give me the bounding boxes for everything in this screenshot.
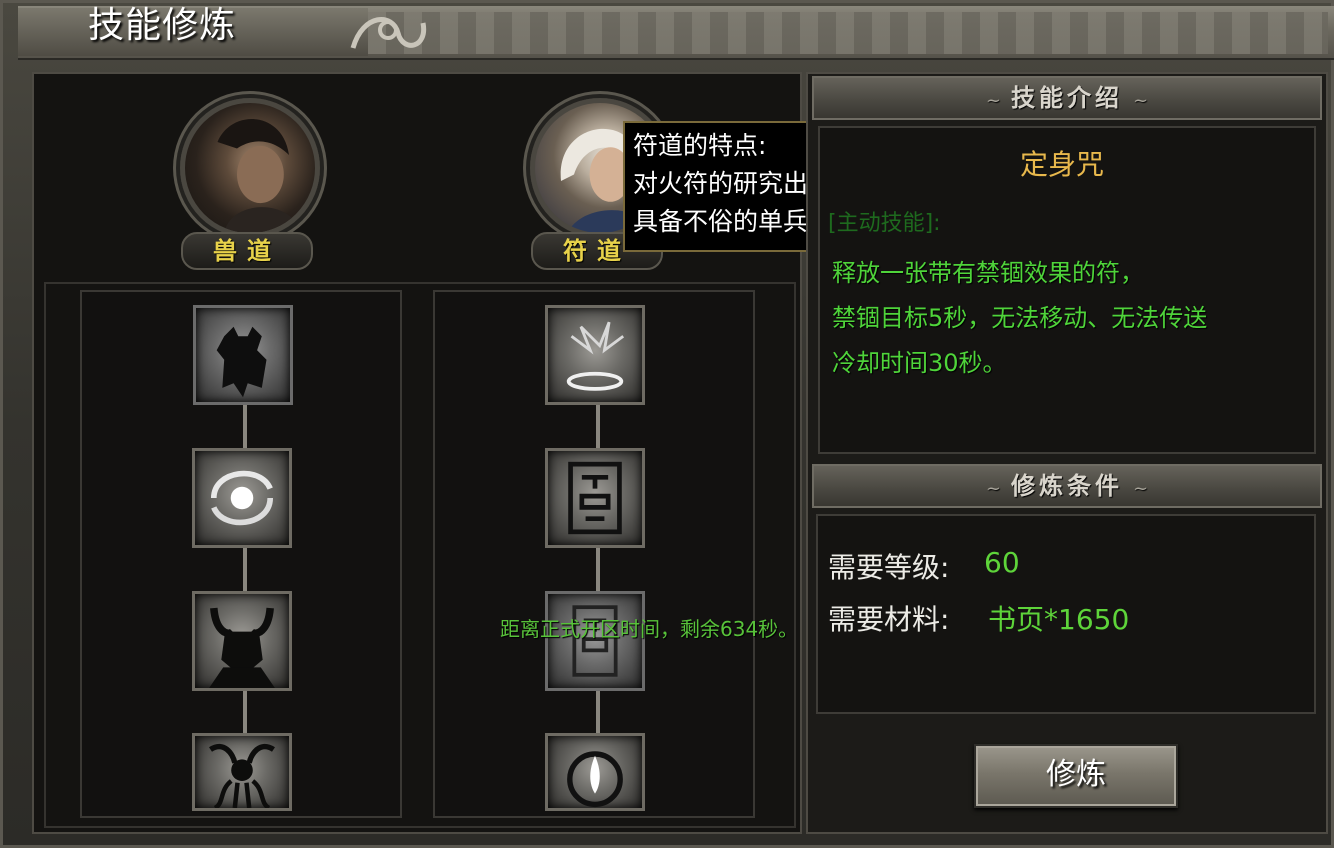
conditions-header: ~ 修炼条件 ~ [812, 464, 1322, 508]
level-value: 60 [984, 546, 1020, 579]
rune-circle-icon[interactable] [545, 305, 645, 405]
knot-ornament-icon [350, 17, 427, 49]
skill-description-line: 释放一张带有禁锢效果的符， [832, 259, 1144, 287]
server-countdown: 距离正式开区时间，剩余634秒。 [500, 617, 799, 641]
vortex-orb-icon[interactable] [192, 448, 292, 548]
tree-connector [596, 691, 600, 735]
intro-header-label: 技能介绍 [1011, 83, 1123, 112]
conditions-header-label: 修炼条件 [1011, 471, 1123, 500]
train-button[interactable]: 修炼 [974, 744, 1178, 808]
skill-description-line: 禁锢目标5秒，无法移动、无法传送 [832, 304, 1208, 332]
beast-warrior-icon[interactable] [193, 305, 293, 405]
horned-helm-icon[interactable] [192, 591, 292, 691]
skill-type-label: [主动技能]: [828, 211, 941, 236]
talisman-seal-icon[interactable] [545, 448, 645, 548]
tree-connector [596, 548, 600, 592]
material-value: 书页*1650 [988, 603, 1130, 636]
skill-name: 定身咒 [1020, 148, 1105, 181]
tree-connector [243, 405, 247, 449]
soul-flame-icon[interactable] [545, 733, 645, 811]
intro-header: ~ 技能介绍 ~ [812, 76, 1322, 120]
level-label: 需要等级: [828, 551, 950, 584]
material-label: 需要材料: [828, 603, 950, 636]
warrior-portrait-icon[interactable] [180, 98, 320, 238]
skill-description-line: 冷却时间30秒。 [832, 349, 1007, 377]
window-title: 技能修炼 [88, 5, 237, 46]
path-tab-beast[interactable]: 兽道 [181, 232, 313, 270]
tree-connector [243, 691, 247, 735]
title-ornament [368, 12, 1328, 54]
tree-connector [596, 405, 600, 449]
tree-connector [243, 548, 247, 592]
tentacle-idol-icon[interactable] [192, 733, 292, 811]
